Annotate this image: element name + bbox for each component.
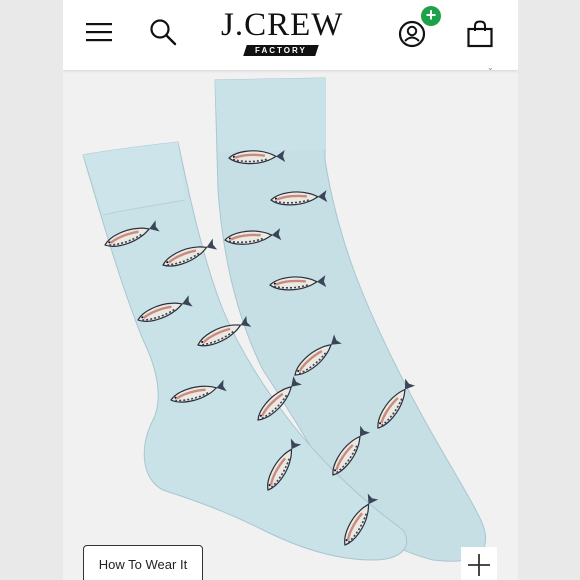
menu-icon	[86, 23, 112, 42]
search-icon	[150, 19, 177, 46]
app-screen: J.CREW FACTORY + ⌄ How To Wear It	[63, 0, 518, 580]
plus-icon[interactable]: +	[421, 6, 441, 26]
brand-sub-label: FACTORY	[255, 46, 307, 55]
bag-icon	[467, 20, 493, 48]
bag-button[interactable]	[466, 19, 494, 49]
brand-logo[interactable]: J.CREW FACTORY	[221, 7, 344, 60]
account-icon	[398, 20, 426, 48]
brand-name: J.CREW	[221, 7, 344, 43]
plus-icon	[468, 554, 490, 576]
account-button[interactable]	[397, 19, 427, 49]
carousel-indicator: ⌄	[487, 63, 494, 72]
top-header: J.CREW FACTORY +	[63, 0, 518, 70]
product-image[interactable]	[63, 70, 518, 580]
search-button[interactable]	[148, 17, 178, 47]
expand-button[interactable]	[461, 547, 497, 580]
how-to-wear-it-button[interactable]: How To Wear It	[83, 545, 203, 580]
menu-button[interactable]	[84, 18, 114, 46]
brand-sub-tag: FACTORY	[243, 45, 319, 56]
